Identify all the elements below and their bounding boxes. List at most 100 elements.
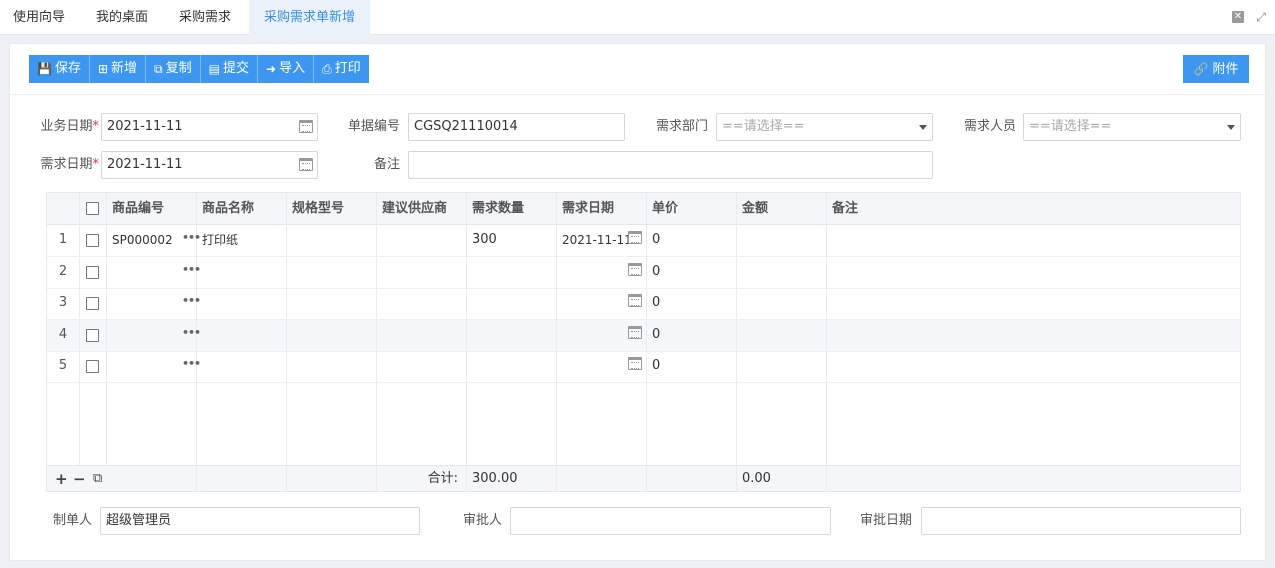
need-date-label: 需求日期* <box>40 157 99 172</box>
col-header-name[interactable]: 商品名称 <box>197 193 287 225</box>
copy-button[interactable]: ⧉ 复制 <box>146 55 201 83</box>
col-header-spec[interactable]: 规格型号 <box>287 193 377 225</box>
col-header-amount[interactable]: 金额 <box>737 193 827 225</box>
cell-remark[interactable] <box>827 225 1240 256</box>
doc-no-input[interactable]: CGSQ21110014 <box>408 113 625 141</box>
calendar-icon[interactable] <box>628 231 642 244</box>
cell-qty[interactable]: 300 <box>467 225 557 256</box>
cell-remark[interactable] <box>827 288 1240 319</box>
import-button[interactable]: ➜ 导入 <box>258 55 315 83</box>
cell-name[interactable] <box>197 351 287 382</box>
col-header-supplier[interactable]: 建议供应商 <box>377 193 467 225</box>
cell-amount[interactable] <box>737 351 827 382</box>
save-button[interactable]: 💾 保存 <box>29 55 90 83</box>
need-date-input[interactable]: 2021-11-11 <box>101 151 318 179</box>
table-row[interactable]: 1 SP000002 打印纸 300 2021-11-11 0 ••• <box>47 225 1240 257</box>
row-checkbox[interactable] <box>86 297 99 310</box>
cell-remark[interactable] <box>827 257 1240 288</box>
plus-square-icon: ⊞ <box>97 62 109 76</box>
add-row-icon[interactable]: + <box>55 466 68 492</box>
cell-supplier[interactable] <box>377 288 467 319</box>
cell-price[interactable]: 0 <box>647 319 737 351</box>
cell-amount[interactable] <box>737 319 827 351</box>
table-row[interactable]: 2 0 ••• <box>47 256 1240 289</box>
col-header-price[interactable]: 单价 <box>647 193 737 225</box>
cell-supplier[interactable] <box>377 319 467 351</box>
cell-qty[interactable] <box>467 288 557 319</box>
cell-price[interactable]: 0 <box>647 351 737 382</box>
row-number: 3 <box>47 288 80 319</box>
approver-input[interactable] <box>510 507 831 535</box>
table-row[interactable]: 4 0 ••• <box>47 319 1240 352</box>
maker-input[interactable]: 超级管理员 <box>100 507 420 535</box>
cell-name[interactable] <box>197 319 287 351</box>
person-select[interactable]: ==请选择== <box>1023 113 1241 141</box>
col-header-qty[interactable]: 需求数量 <box>467 193 557 225</box>
row-number: 2 <box>47 256 80 288</box>
cell-spec[interactable] <box>287 319 377 351</box>
cell-name-text: 打印纸 <box>202 233 239 247</box>
row-checkbox[interactable] <box>86 234 99 247</box>
row-checkbox[interactable] <box>86 360 99 373</box>
cell-supplier[interactable] <box>377 256 467 288</box>
approve-date-input[interactable] <box>921 507 1241 535</box>
cell-amount[interactable] <box>737 225 827 256</box>
attachment-button[interactable]: 🔗 附件 <box>1183 55 1249 83</box>
cell-supplier[interactable] <box>377 225 467 256</box>
calendar-icon[interactable] <box>628 357 642 370</box>
cell-remark[interactable] <box>827 351 1240 382</box>
cell-spec[interactable] <box>287 351 377 382</box>
row-checkbox[interactable] <box>86 265 99 279</box>
calendar-icon[interactable] <box>299 158 313 171</box>
col-header-date[interactable]: 需求日期 <box>557 193 647 225</box>
col-header-code[interactable]: 商品编号 <box>107 193 197 225</box>
cell-qty[interactable] <box>467 351 557 382</box>
cell-supplier[interactable] <box>377 351 467 382</box>
calendar-icon[interactable] <box>628 262 642 276</box>
cell-amount[interactable] <box>737 256 827 288</box>
cell-spec[interactable] <box>287 256 377 288</box>
remark-input[interactable] <box>408 151 933 179</box>
submit-button[interactable]: ▤ 提交 <box>200 55 258 83</box>
chevron-down-icon <box>1227 125 1235 130</box>
cell-remark[interactable] <box>827 320 1240 351</box>
more-icon[interactable]: ••• <box>182 320 201 346</box>
cell-name[interactable] <box>197 288 287 319</box>
table-row[interactable]: 3 0 ••• <box>47 288 1240 320</box>
select-all-checkbox[interactable] <box>86 202 99 215</box>
tab-purchase-demand[interactable]: 采购需求 <box>166 0 244 35</box>
cell-price[interactable]: 0 <box>647 256 737 288</box>
cell-name[interactable] <box>197 256 287 288</box>
cell-qty[interactable] <box>467 256 557 288</box>
cell-amount[interactable] <box>737 288 827 319</box>
cell-spec[interactable] <box>287 288 377 319</box>
tab-purchase-demand-new[interactable]: 采购需求单新增 <box>249 0 370 35</box>
more-icon[interactable]: ••• <box>182 257 201 283</box>
cell-spec[interactable] <box>287 225 377 256</box>
cell-price[interactable]: 0 <box>647 225 737 256</box>
tab-desktop[interactable]: 我的桌面 <box>82 0 162 35</box>
remove-row-icon[interactable]: − <box>73 466 86 492</box>
biz-date-input[interactable]: 2021-11-11 <box>101 113 318 141</box>
copy-row-icon[interactable]: ⧉ <box>93 466 102 492</box>
cell-qty[interactable] <box>467 319 557 351</box>
row-checkbox[interactable] <box>86 328 99 342</box>
cell-price[interactable]: 0 <box>647 288 737 319</box>
fullscreen-icon[interactable]: ⤢ <box>1255 11 1267 23</box>
close-icon[interactable]: ✕ <box>1232 11 1244 23</box>
add-button[interactable]: ⊞ 新增 <box>89 55 147 83</box>
dept-select[interactable]: ==请选择== <box>716 113 933 141</box>
print-button[interactable]: ⎙ 打印 <box>314 55 369 83</box>
cell-name[interactable]: 打印纸 <box>197 225 287 256</box>
more-icon[interactable]: ••• <box>182 351 201 377</box>
calendar-icon[interactable] <box>299 120 313 133</box>
row-number: 5 <box>47 351 80 382</box>
more-icon[interactable]: ••• <box>182 288 201 314</box>
calendar-icon[interactable] <box>628 294 642 307</box>
table-row[interactable]: 5 0 ••• <box>47 351 1240 383</box>
attachment-label: 附件 <box>1212 62 1239 77</box>
more-icon[interactable]: ••• <box>182 225 201 251</box>
tab-guide[interactable]: 使用向导 <box>0 0 78 35</box>
calendar-icon[interactable] <box>628 325 642 339</box>
col-header-remark[interactable]: 备注 <box>827 193 1240 225</box>
